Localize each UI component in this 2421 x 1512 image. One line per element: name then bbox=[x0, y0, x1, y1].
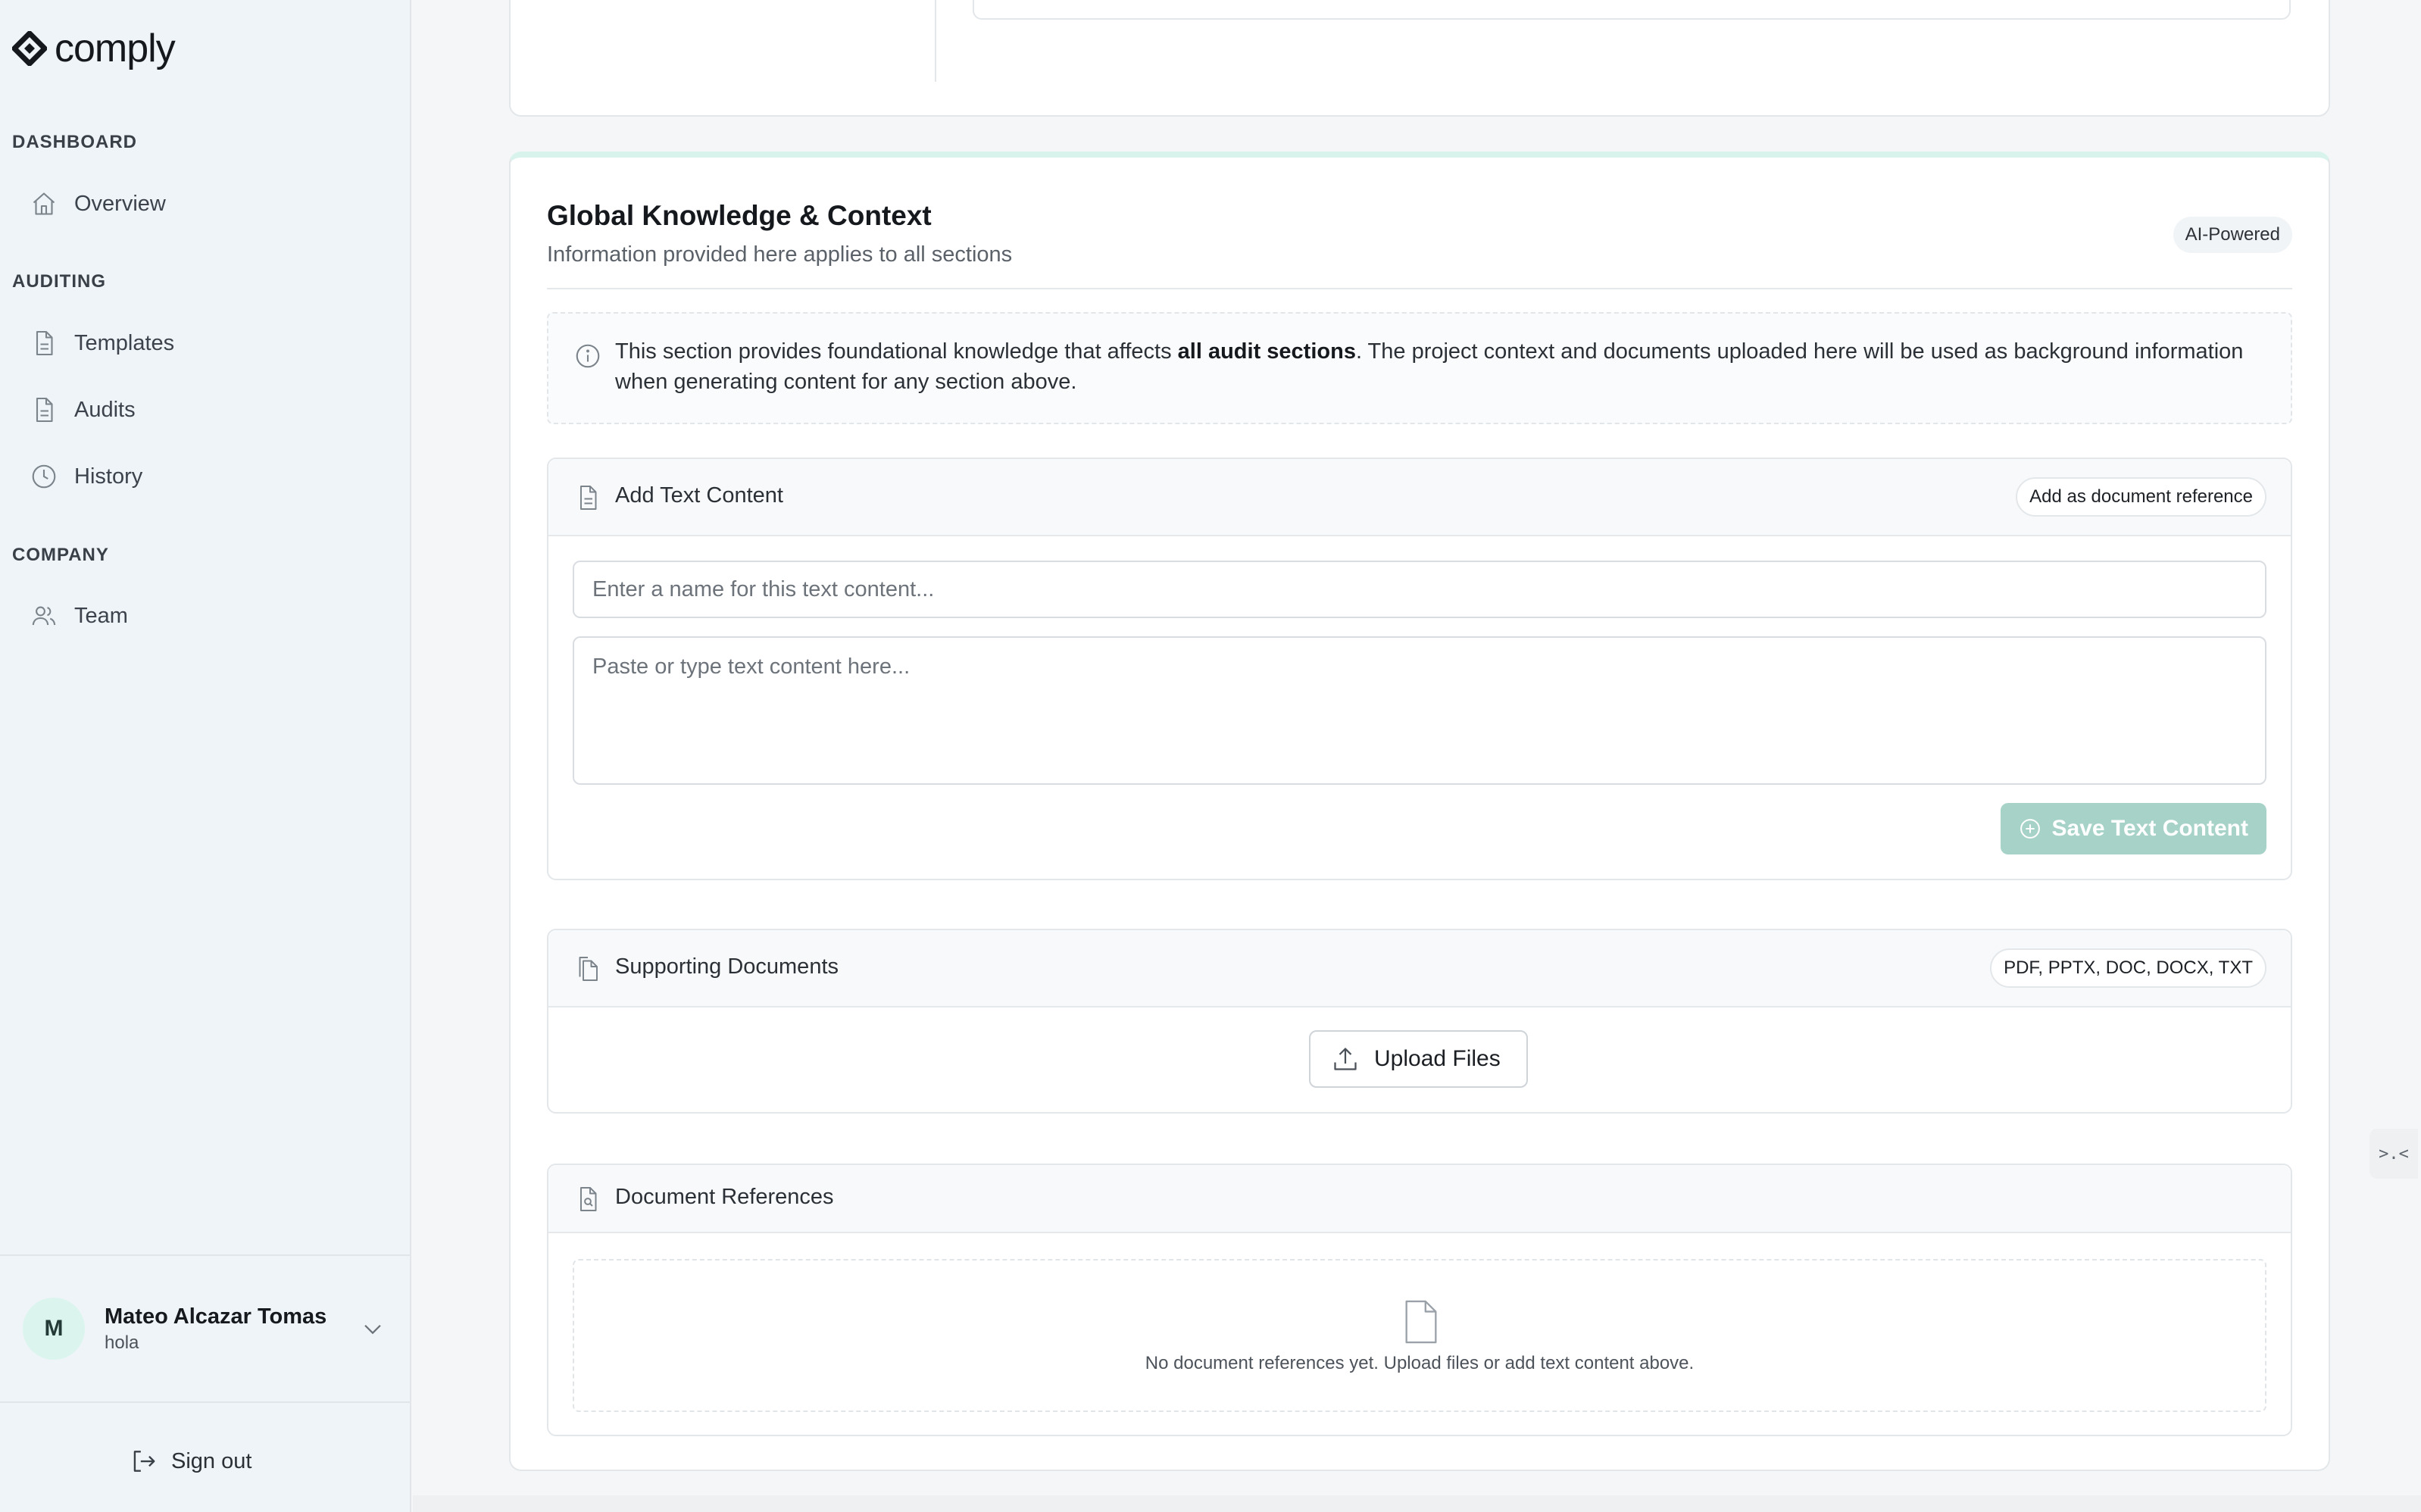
sidebar-item-audits[interactable]: Audits bbox=[30, 386, 379, 434]
user-name: Mateo Alcazar Tomas bbox=[105, 1304, 327, 1329]
panel-header: Supporting Documents PDF, PPTX, DOC, DOC… bbox=[548, 930, 2291, 1007]
column-divider bbox=[935, 0, 936, 82]
save-text-content-button[interactable]: Save Text Content bbox=[2000, 803, 2266, 854]
logo-icon bbox=[12, 31, 47, 66]
add-as-reference-toggle[interactable]: Add as document reference bbox=[2016, 477, 2266, 517]
title-divider bbox=[547, 288, 2292, 289]
info-text: This section provides foundational knowl… bbox=[615, 336, 2244, 397]
sidebar-item-team[interactable]: Team bbox=[30, 592, 379, 640]
user-menu[interactable]: M Mateo Alcazar Tomas hola bbox=[23, 1297, 386, 1360]
info-text-prefix: This section provides foundational knowl… bbox=[615, 339, 1178, 364]
file-text-icon bbox=[580, 486, 597, 510]
global-knowledge-card: Global Knowledge & Context Information p… bbox=[509, 152, 2330, 1471]
text-content-panel: Add Text Content Add as document referen… bbox=[547, 458, 2292, 880]
sidebar-divider bbox=[0, 1254, 410, 1256]
empty-references-text: No document references yet. Upload files… bbox=[1145, 1353, 1695, 1373]
section-title: Global Knowledge & Context bbox=[547, 200, 932, 231]
sidebar-item-label: Audits bbox=[74, 397, 136, 422]
previous-section-card bbox=[509, 0, 2330, 117]
logout-icon bbox=[133, 1451, 155, 1472]
sidebar: comply DASHBOARD Overview AUDITING Templ… bbox=[0, 0, 411, 1512]
document-icon bbox=[1405, 1300, 1437, 1344]
clock-icon bbox=[32, 464, 56, 489]
sidebar-item-label: History bbox=[74, 464, 143, 489]
ai-powered-badge: AI-Powered bbox=[2173, 217, 2292, 253]
sidebar-item-label: Team bbox=[74, 603, 128, 628]
scroll-area-bottom bbox=[413, 1495, 2421, 1512]
file-icon bbox=[36, 397, 53, 423]
text-content-name-input[interactable] bbox=[573, 561, 2266, 618]
chevron-down-icon bbox=[364, 1324, 382, 1335]
info-text-emphasis: all audit sections bbox=[1177, 339, 1356, 364]
sidebar-item-templates[interactable]: Templates bbox=[30, 319, 379, 367]
sidebar-divider bbox=[0, 1401, 410, 1403]
sidebar-item-history[interactable]: History bbox=[30, 452, 379, 501]
sign-out-button[interactable]: Sign out bbox=[129, 1439, 251, 1483]
document-references-panel: Document References No document referenc… bbox=[547, 1164, 2292, 1436]
nav-heading-auditing: AUDITING bbox=[12, 271, 106, 292]
accepted-formats-badge: PDF, PPTX, DOC, DOCX, TXT bbox=[1990, 948, 2266, 988]
files-icon bbox=[579, 957, 598, 981]
collapse-panel-handle[interactable]: >.< bbox=[2369, 1129, 2418, 1179]
panel-title: Supporting Documents bbox=[615, 954, 839, 979]
home-icon bbox=[33, 192, 55, 215]
text-content-body-textarea[interactable] bbox=[573, 636, 2266, 785]
info-icon bbox=[576, 344, 600, 368]
panel-title: Add Text Content bbox=[615, 483, 783, 508]
sign-out-label: Sign out bbox=[171, 1448, 252, 1473]
brand-name: comply bbox=[55, 27, 176, 70]
panel-header: Add Text Content Add as document referen… bbox=[548, 459, 2291, 536]
sidebar-item-overview[interactable]: Overview bbox=[30, 180, 379, 228]
sidebar-item-label: Templates bbox=[74, 330, 175, 355]
user-info: Mateo Alcazar Tomas hola bbox=[105, 1304, 326, 1354]
users-icon bbox=[32, 606, 56, 626]
nav-heading-company: COMPANY bbox=[12, 545, 109, 565]
panel-header: Document References bbox=[548, 1165, 2291, 1233]
upload-files-button[interactable]: Upload Files bbox=[1309, 1030, 1528, 1088]
nav-heading-dashboard: DASHBOARD bbox=[12, 132, 137, 152]
supporting-documents-panel: Supporting Documents PDF, PPTX, DOC, DOC… bbox=[547, 929, 2292, 1114]
avatar: M bbox=[23, 1298, 85, 1360]
file-search-icon bbox=[580, 1187, 597, 1211]
info-callout: This section provides foundational knowl… bbox=[547, 312, 2292, 424]
upload-files-label: Upload Files bbox=[1374, 1046, 1501, 1071]
brand-logo[interactable]: comply bbox=[12, 26, 176, 71]
save-text-content-label: Save Text Content bbox=[2051, 816, 2249, 841]
file-icon bbox=[36, 330, 53, 356]
user-org: hola bbox=[105, 1332, 139, 1353]
previous-section-field bbox=[973, 0, 2291, 20]
section-subtitle: Information provided here applies to all… bbox=[547, 242, 1013, 267]
sidebar-item-label: Overview bbox=[74, 191, 166, 216]
panel-title: Document References bbox=[615, 1185, 834, 1209]
empty-references-state: No document references yet. Upload files… bbox=[573, 1259, 2266, 1412]
upload-icon bbox=[1334, 1048, 1357, 1070]
plus-circle-icon bbox=[2020, 819, 2040, 839]
